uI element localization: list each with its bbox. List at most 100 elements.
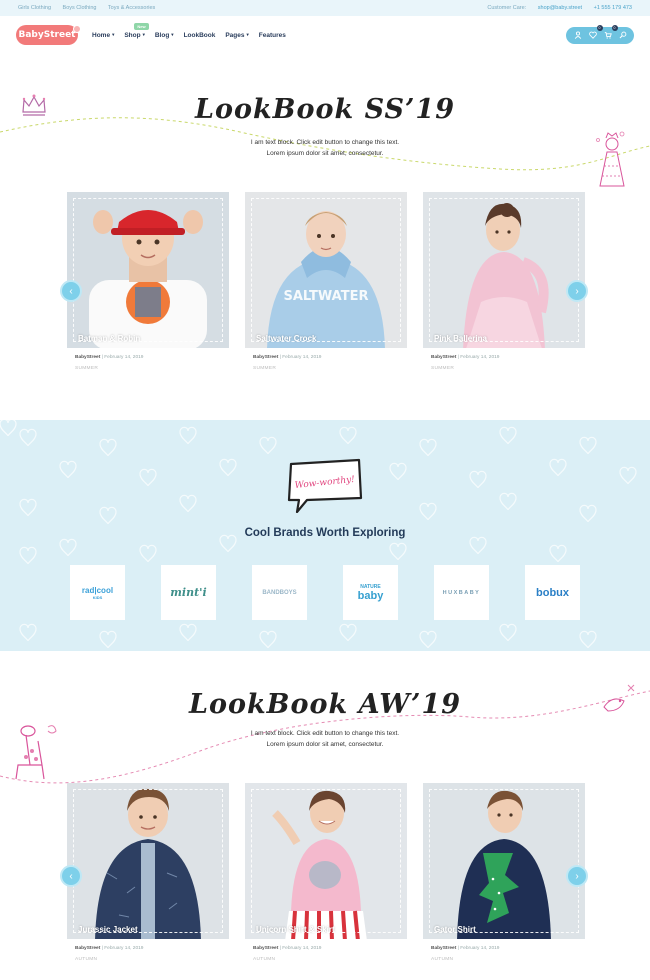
chevron-right-icon: › bbox=[575, 285, 579, 297]
card-image[interactable]: Pink Ballerina bbox=[423, 192, 585, 348]
card-image[interactable]: SALTWATER Saltwater Crock bbox=[245, 192, 407, 348]
brand-minti[interactable]: mint'i bbox=[161, 565, 216, 620]
card-category[interactable]: SUMMER bbox=[423, 366, 585, 371]
card-caption[interactable]: Unicorn Shirt & Skirt bbox=[256, 925, 335, 934]
chevron-left-icon: ‹ bbox=[69, 285, 73, 297]
card-meta: BabyStreet | February 14, 2019 bbox=[431, 355, 500, 360]
nav-pages-label: Pages bbox=[225, 31, 245, 39]
lookbook-card[interactable]: Unicorn Shirt & Skirt BabyStreet | Febru… bbox=[245, 783, 407, 962]
carousel-next-button[interactable]: › bbox=[566, 865, 588, 887]
brand-huxbaby-name: HUXBABY bbox=[442, 589, 481, 596]
lookbook-card[interactable]: SALTWATER Saltwater Crock BabyStreet | F… bbox=[245, 192, 407, 371]
card-caption[interactable]: Pink Ballerina bbox=[434, 334, 487, 343]
lookbook-ss-carousel: Batman & Robin BabyStreet | February 14,… bbox=[67, 192, 585, 371]
brand-radcool-name: rad|cool bbox=[81, 585, 114, 595]
card-author[interactable]: BabyStreet bbox=[75, 355, 100, 360]
main-nav: Home ▾ Shop ▾ New Blog ▾ LookBook Pages ▾ Fea… bbox=[92, 22, 296, 39]
kid-photo-ballerina bbox=[463, 203, 549, 348]
card-date: February 14, 2019 bbox=[460, 355, 500, 360]
card-author[interactable]: BabyStreet bbox=[75, 946, 100, 951]
nav-pages[interactable]: Pages ▾ bbox=[225, 32, 248, 39]
card-meta: BabyStreet | February 14, 2019 bbox=[75, 946, 144, 951]
phone-link[interactable]: +1 555 179 473 bbox=[594, 5, 632, 11]
nav-shop-label: Shop bbox=[124, 31, 141, 39]
dashed-wave-decoration bbox=[0, 690, 650, 784]
top-links: Girls Clothing Boys Clothing Toys & Acce… bbox=[18, 5, 165, 11]
brand-nature-baby[interactable]: NATURE baby bbox=[343, 565, 398, 620]
lookbook-aw-text-2: Lorem ipsum dolor sit amet, consectetur. bbox=[266, 741, 384, 748]
card-author[interactable]: BabyStreet bbox=[431, 355, 456, 360]
kid-photo-gator bbox=[457, 790, 551, 939]
lookbook-aw-section: LookBook AW’19 I am text block. Click ed… bbox=[0, 651, 650, 978]
card-meta: BabyStreet | February 14, 2019 bbox=[75, 355, 144, 360]
card-caption[interactable]: Jurassic Jacket bbox=[78, 925, 138, 934]
lookbook-card[interactable]: Pink Ballerina BabyStreet | February 14,… bbox=[423, 192, 585, 371]
logo-dot bbox=[73, 25, 81, 33]
carousel-prev-button[interactable]: ‹ bbox=[60, 280, 82, 302]
card-category[interactable]: AUTUMN bbox=[245, 957, 407, 962]
contact-info: Customer Care: shop@baby.street +1 555 1… bbox=[487, 5, 632, 11]
cart-button[interactable]: 0 bbox=[602, 25, 618, 41]
nav-lookbook-label: LookBook bbox=[183, 31, 216, 39]
brand-bandboys[interactable]: BANDBOYS bbox=[252, 565, 307, 620]
lookbook-card[interactable]: Jurassic Jacket BabyStreet | February 14… bbox=[67, 783, 229, 962]
wishlist-button[interactable]: 0 bbox=[587, 25, 603, 41]
card-author[interactable]: BabyStreet bbox=[253, 355, 278, 360]
site-header: BabyStreet Home ▾ Shop ▾ New Blog ▾ LookBook… bbox=[0, 16, 650, 54]
speech-bubble: Wow-worthy! bbox=[287, 458, 363, 513]
kid-photo-batman bbox=[89, 210, 207, 348]
lookbook-ss-section: LookBook SS’19 I am text block. Click ed… bbox=[0, 54, 650, 420]
card-date: February 14, 2019 bbox=[282, 946, 322, 951]
user-icon[interactable] bbox=[572, 29, 584, 41]
brand-logos: rad|cool KIDS mint'i BANDBOYS NATURE baby … bbox=[70, 565, 580, 620]
search-icon[interactable] bbox=[617, 29, 629, 41]
kid-photo-unicorn bbox=[272, 790, 367, 939]
brand-huxbaby[interactable]: HUXBABY bbox=[434, 565, 489, 620]
card-image[interactable]: Batman & Robin bbox=[67, 192, 229, 348]
card-image[interactable]: Jurassic Jacket bbox=[67, 783, 229, 939]
carousel-prev-button[interactable]: ‹ bbox=[60, 865, 82, 887]
nav-blog[interactable]: Blog ▾ bbox=[155, 32, 174, 39]
carousel-next-button[interactable]: › bbox=[566, 280, 588, 302]
card-caption[interactable]: Gator Shirt bbox=[434, 925, 476, 934]
nav-features-label: Features bbox=[258, 31, 286, 39]
card-caption[interactable]: Saltwater Crock bbox=[256, 334, 316, 343]
top-link-boys[interactable]: Boys Clothing bbox=[63, 5, 97, 11]
card-date: February 14, 2019 bbox=[460, 946, 500, 951]
card-author[interactable]: BabyStreet bbox=[253, 946, 278, 951]
brands-section: Wow-worthy! Cool Brands Worth Exploring … bbox=[0, 420, 650, 651]
card-author[interactable]: BabyStreet bbox=[431, 946, 456, 951]
chevron-down-icon: ▾ bbox=[171, 32, 174, 37]
brand-bobux[interactable]: bobux bbox=[525, 565, 580, 620]
card-category[interactable]: AUTUMN bbox=[67, 957, 229, 962]
nav-home[interactable]: Home ▾ bbox=[92, 32, 114, 39]
lookbook-card[interactable]: Batman & Robin BabyStreet | February 14,… bbox=[67, 192, 229, 371]
header-tools: 0 0 bbox=[566, 25, 634, 44]
brand-radcool-sub: KIDS bbox=[92, 594, 103, 600]
brand-minti-name: mint'i bbox=[170, 586, 207, 599]
site-logo[interactable]: BabyStreet bbox=[16, 25, 81, 45]
cart-icon bbox=[604, 32, 612, 39]
card-category[interactable]: SUMMER bbox=[245, 366, 407, 371]
card-caption[interactable]: Batman & Robin bbox=[78, 334, 140, 343]
card-category[interactable]: AUTUMN bbox=[423, 957, 585, 962]
nav-shop[interactable]: Shop ▾ New bbox=[124, 22, 149, 39]
top-link-toys[interactable]: Toys & Accessories bbox=[108, 5, 155, 11]
kid-photo-hoodie: SALTWATER bbox=[267, 211, 385, 348]
chevron-down-icon: ▾ bbox=[112, 32, 115, 37]
nav-lookbook[interactable]: LookBook bbox=[184, 32, 216, 39]
customer-care-label: Customer Care: bbox=[487, 5, 527, 11]
lookbook-aw-carousel: Jurassic Jacket BabyStreet | February 14… bbox=[67, 783, 585, 962]
email-link[interactable]: shop@baby.street bbox=[538, 5, 582, 11]
lookbook-card[interactable]: Gator Shirt BabyStreet | February 14, 20… bbox=[423, 783, 585, 962]
lookbook-ss-text-1: I am text block. Click edit button to ch… bbox=[250, 139, 400, 146]
logo-text: BabyStreet bbox=[18, 30, 76, 40]
card-date: February 14, 2019 bbox=[282, 355, 322, 360]
nav-features[interactable]: Features bbox=[259, 32, 286, 39]
top-link-girls[interactable]: Girls Clothing bbox=[18, 5, 51, 11]
chevron-down-icon: ▾ bbox=[246, 32, 249, 37]
card-image[interactable]: Gator Shirt bbox=[423, 783, 585, 939]
card-category[interactable]: SUMMER bbox=[67, 366, 229, 371]
brand-radcool[interactable]: rad|cool KIDS bbox=[70, 565, 125, 620]
card-image[interactable]: Unicorn Shirt & Skirt bbox=[245, 783, 407, 939]
